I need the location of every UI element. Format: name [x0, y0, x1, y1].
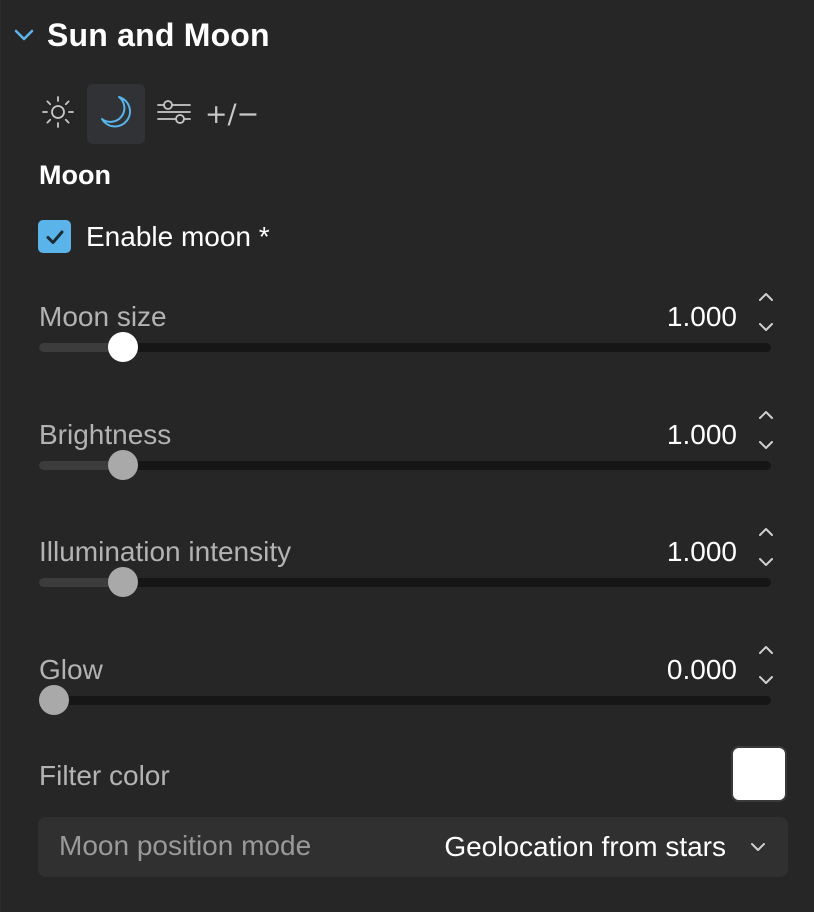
illumination-intensity-track[interactable] [39, 567, 771, 597]
plus-minus-icon: +/− [204, 98, 260, 130]
tab-sun[interactable] [29, 84, 87, 144]
moon-icon [97, 93, 135, 136]
section-title: Moon [39, 160, 111, 190]
tab-moon[interactable] [87, 84, 145, 144]
glow-stepper[interactable] [751, 636, 781, 698]
glow-track[interactable] [38, 685, 771, 715]
moon-size-thumb[interactable] [108, 332, 139, 362]
check-icon [46, 230, 63, 244]
brightness-label: Brightness [39, 419, 172, 450]
chevron-up-icon[interactable] [751, 401, 781, 429]
moon-position-mode-value: Geolocation from stars [444, 831, 726, 862]
illumination-intensity-thumb[interactable] [108, 567, 139, 597]
filter-color-swatch[interactable] [731, 746, 787, 802]
brightness-thumb[interactable] [108, 450, 139, 480]
moon-position-mode-select[interactable]: Moon position mode Geolocation from star… [38, 817, 788, 877]
sun-icon [41, 95, 75, 134]
glow-value[interactable]: 0.000 [667, 654, 737, 686]
panel-title: Sun and Moon [47, 16, 270, 53]
glow-thumb[interactable] [38, 685, 69, 715]
chevron-down-icon[interactable] [751, 548, 781, 576]
tab-adjustments[interactable] [145, 84, 203, 144]
illumination-intensity-label: Illumination intensity [39, 536, 292, 567]
chevron-down-icon[interactable] [9, 20, 39, 50]
chevron-up-icon[interactable] [751, 518, 781, 546]
chevron-up-icon[interactable] [751, 283, 781, 311]
moon-size-label: Moon size [39, 301, 167, 332]
chevron-up-icon[interactable] [751, 636, 781, 664]
illumination-intensity-value[interactable]: 1.000 [667, 536, 737, 568]
moon-size-stepper[interactable] [751, 283, 781, 345]
brightness-stepper[interactable] [751, 401, 781, 463]
enable-moon-row[interactable]: Enable moon * [38, 220, 270, 253]
sliders-icon [156, 97, 192, 132]
brightness-value[interactable]: 1.000 [667, 419, 737, 451]
chevron-down-icon[interactable] [751, 666, 781, 694]
chevron-down-icon[interactable] [751, 431, 781, 459]
illumination-intensity-stepper[interactable] [751, 518, 781, 580]
sun-and-moon-panel: Sun and Moon +/− Moon Enable moon * Moon… [0, 0, 814, 912]
tab-bar: +/− [29, 84, 261, 144]
moon-size-track[interactable] [39, 332, 771, 362]
brightness-track[interactable] [39, 450, 771, 480]
tab-plus-minus[interactable]: +/− [203, 84, 261, 144]
glow-label: Glow [39, 654, 103, 685]
section-header[interactable]: Sun and Moon [9, 14, 270, 56]
chevron-down-icon[interactable] [751, 313, 781, 341]
moon-position-mode-label: Moon position mode [59, 830, 312, 861]
chevron-down-icon [746, 835, 770, 859]
filter-color-row: Filter color [39, 746, 787, 806]
moon-size-value[interactable]: 1.000 [667, 301, 737, 333]
enable-moon-label: Enable moon * [86, 220, 270, 252]
filter-color-label: Filter color [39, 760, 170, 791]
enable-moon-checkbox[interactable] [38, 220, 71, 253]
